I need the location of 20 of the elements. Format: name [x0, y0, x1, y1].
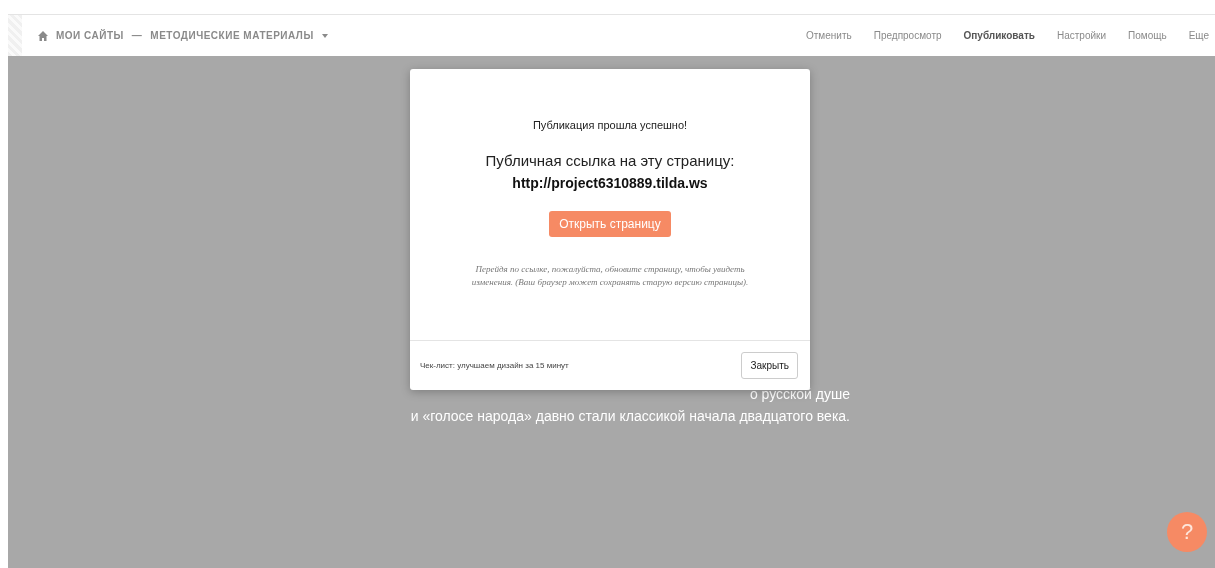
status-message: Публикация прошла успешно!: [532, 119, 688, 131]
close-button[interactable]: Закрыть: [741, 352, 798, 379]
breadcrumb-item[interactable]: —: [131, 30, 143, 41]
home-icon[interactable]: [38, 30, 48, 41]
cover-text: о русской душе: [749, 386, 850, 402]
breadcrumb-item[interactable]: МОИ САЙТЫ: [56, 30, 124, 41]
refresh-note: Перейдя по ссылке, пожалуйста, обновите страницу, чтобы увидеть изменения. (Ваш браузер может сохранять старую версию страницы).: [470, 263, 750, 289]
checklist-link[interactable]: Чек-лист: улучшаем дизайн за 15 минут: [420, 361, 569, 370]
toolbar-action[interactable]: Настройки: [1056, 30, 1106, 41]
breadcrumb-item[interactable]: МЕТОДИЧЕСКИЕ МАТЕРИАЛЫ: [150, 30, 314, 41]
cover-text: и «голосе народа» давно стали классикой начала двадцатого века.: [410, 408, 850, 424]
link-caption: Публичная ссылка на эту страницу:: [485, 152, 735, 169]
toolbar-action[interactable]: Опубликовать: [963, 30, 1035, 41]
toolbar-action[interactable]: Предпросмотр: [873, 30, 942, 41]
toolbar-action[interactable]: Отменить: [806, 30, 852, 41]
hatched-strip: [8, 15, 22, 56]
caret-icon[interactable]: [321, 33, 328, 38]
toolbar-action[interactable]: Еще: [1188, 30, 1209, 41]
toolbar-action[interactable]: Помощь: [1128, 30, 1167, 41]
open-page-button[interactable]: Открыть страницу: [549, 211, 671, 237]
